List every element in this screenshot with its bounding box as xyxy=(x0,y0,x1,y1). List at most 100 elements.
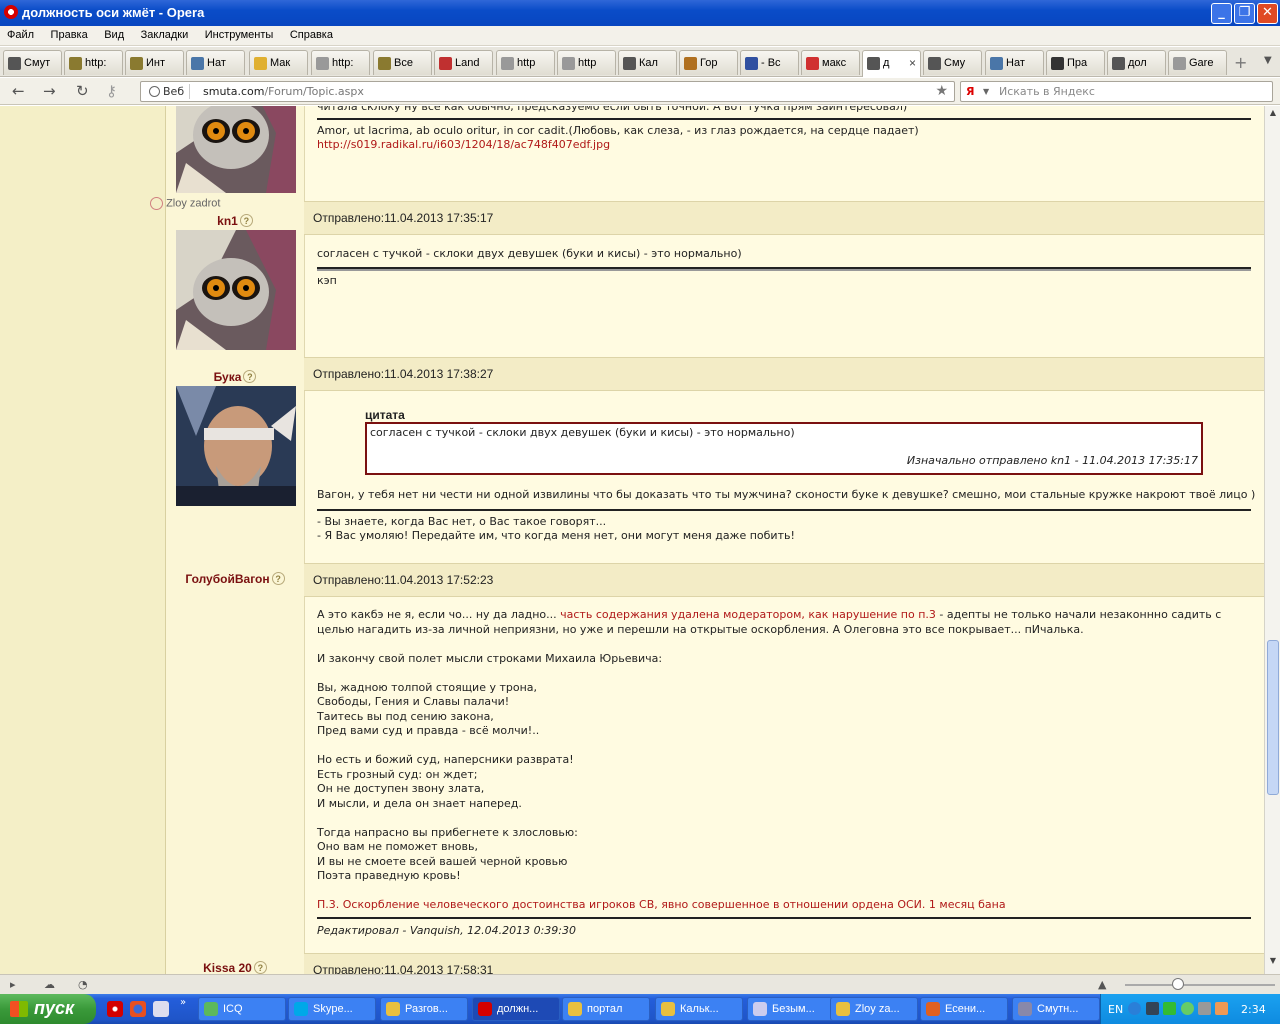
tab-label: Нат xyxy=(207,57,226,69)
tab-label: Все xyxy=(394,57,413,69)
key-icon[interactable]: ⚷ xyxy=(106,82,117,100)
tab[interactable]: http xyxy=(496,50,555,75)
tab[interactable]: Смут xyxy=(3,50,62,75)
tab-label: - Вс xyxy=(761,57,781,69)
help-icon[interactable]: ? xyxy=(253,961,267,974)
desktop-quicklaunch-icon[interactable] xyxy=(153,1001,169,1017)
taskbar-button[interactable]: Skype... xyxy=(288,997,376,1021)
menu-view[interactable]: Вид xyxy=(97,26,130,41)
speed-dial-icon[interactable]: ◔ xyxy=(78,978,92,991)
close-button[interactable]: ✕ xyxy=(1257,3,1278,24)
author-name[interactable]: ГолубойВагон? xyxy=(166,572,304,586)
bookmark-star-icon[interactable]: ★ xyxy=(935,83,948,99)
chevron-down-icon[interactable]: ▼ xyxy=(983,87,989,96)
tab-label: http: xyxy=(332,57,354,69)
tab[interactable]: Все xyxy=(373,50,432,75)
tab[interactable]: - Вс xyxy=(740,50,799,75)
tab[interactable]: http: xyxy=(64,50,123,75)
taskbar-button[interactable]: Безым... xyxy=(747,997,835,1021)
tab-favicon-icon xyxy=(684,57,697,70)
panel-toggle-icon[interactable]: ▸ xyxy=(10,978,24,991)
taskbar-button-label: портал xyxy=(587,1003,623,1015)
tab[interactable]: Гор xyxy=(679,50,738,75)
tab[interactable]: дол xyxy=(1107,50,1166,75)
help-icon[interactable]: ? xyxy=(271,572,285,585)
author-name[interactable]: Бука? xyxy=(166,370,304,384)
cloud-icon[interactable]: ☁ xyxy=(44,978,58,991)
tab[interactable]: Кал xyxy=(618,50,677,75)
reload-icon[interactable]: ↻ xyxy=(76,82,89,100)
tool-tray-icon[interactable] xyxy=(1198,1002,1211,1015)
scroll-thumb[interactable] xyxy=(1267,640,1279,795)
zoom-slider-thumb[interactable] xyxy=(1172,978,1184,990)
tab[interactable]: Инт xyxy=(125,50,184,75)
tab-menu-icon[interactable]: ▼ xyxy=(1264,55,1272,66)
tray-arrow-icon[interactable] xyxy=(1128,1002,1141,1015)
taskbar-button[interactable]: Смутн... xyxy=(1012,997,1100,1021)
taskbar-button[interactable]: должн... xyxy=(472,997,560,1021)
back-icon[interactable]: ← xyxy=(12,82,25,100)
taskbar-button[interactable]: Кальк... xyxy=(655,997,743,1021)
taskbar-button[interactable]: Есени... xyxy=(920,997,1008,1021)
new-tab-icon[interactable]: + xyxy=(1234,53,1247,72)
navigation-bar: ← → ↻ ⚷ Веб smuta.com/Forum/Topic.aspx ★… xyxy=(0,78,1280,105)
quote-text: согласен с тучкой - склоки двух девушек … xyxy=(370,426,795,439)
maximize-button[interactable]: ❐ xyxy=(1234,3,1255,24)
tab[interactable]: Мак xyxy=(249,50,308,75)
tab[interactable]: Land xyxy=(434,50,493,75)
post-body: согласен с тучкой - склоки двух девушек … xyxy=(304,235,1264,357)
tab[interactable]: Пра xyxy=(1046,50,1105,75)
search-field[interactable]: Я ▼ Искать в Яндекс xyxy=(960,81,1273,102)
scroll-down-icon[interactable]: ▼ xyxy=(1267,956,1279,970)
signal-icon[interactable] xyxy=(1163,1002,1176,1015)
taskbar-button[interactable]: Разгов... xyxy=(380,997,468,1021)
start-button[interactable]: пуск xyxy=(0,994,96,1024)
tab-favicon-icon xyxy=(806,57,819,70)
author-name[interactable]: kn1? xyxy=(166,214,304,228)
tab[interactable]: д × xyxy=(862,50,921,77)
tab-close-icon[interactable]: × xyxy=(909,56,916,70)
quote-title: цитата xyxy=(365,408,405,422)
shield-icon[interactable] xyxy=(1215,1002,1228,1015)
tab[interactable]: Сму xyxy=(923,50,982,75)
menu-edit[interactable]: Правка xyxy=(44,26,94,41)
menu-file[interactable]: Файл xyxy=(0,26,40,41)
tab-favicon-icon xyxy=(928,57,941,70)
tab[interactable]: Нат xyxy=(186,50,245,75)
minimize-button[interactable]: _ xyxy=(1211,3,1232,24)
scroll-up-icon[interactable]: ▲ xyxy=(1267,108,1279,122)
tab-label: Гор xyxy=(700,57,718,69)
tab[interactable]: макс xyxy=(801,50,860,75)
firefox-quicklaunch-icon[interactable] xyxy=(130,1001,146,1017)
tab[interactable]: http: xyxy=(311,50,370,75)
taskbar-button-label: Разгов... xyxy=(405,1003,448,1015)
tab[interactable]: Gare xyxy=(1168,50,1227,75)
network-icon[interactable] xyxy=(1146,1002,1159,1015)
opera-quicklaunch-icon[interactable] xyxy=(107,1001,123,1017)
tab-favicon-icon xyxy=(1112,57,1125,70)
vertical-scrollbar[interactable]: ▲ ▼ xyxy=(1264,106,1280,974)
icq-tray-icon[interactable] xyxy=(1181,1002,1194,1015)
more-quicklaunch-icon[interactable]: » xyxy=(180,997,186,1008)
web-badge[interactable]: Веб xyxy=(145,84,191,99)
menu-bookmarks[interactable]: Закладки xyxy=(134,26,195,41)
signature-link[interactable]: http://s019.radikal.ru/i603/1204/18/ac74… xyxy=(317,138,610,151)
author-name[interactable]: Kissa 20? xyxy=(166,961,304,974)
tab[interactable]: Нат xyxy=(985,50,1044,75)
signature-text: - Я Вас умоляю! Передайте им, что когда … xyxy=(317,529,795,542)
tab[interactable]: http xyxy=(557,50,616,75)
app-icon xyxy=(1018,1002,1032,1016)
tab-favicon-icon xyxy=(990,57,1003,70)
zoom-up-icon[interactable]: ▲ xyxy=(1098,978,1112,991)
zoom-slider[interactable] xyxy=(1125,984,1275,986)
taskbar-button[interactable]: ICQ xyxy=(198,997,286,1021)
help-icon[interactable]: ? xyxy=(243,370,257,383)
forward-icon[interactable]: → xyxy=(43,82,56,100)
menu-help[interactable]: Справка xyxy=(283,26,339,41)
taskbar-button[interactable]: Zloy za... xyxy=(830,997,918,1021)
help-icon[interactable]: ? xyxy=(239,214,253,227)
taskbar-button[interactable]: портал xyxy=(562,997,650,1021)
language-indicator[interactable]: EN xyxy=(1108,1003,1123,1016)
address-field[interactable]: Веб smuta.com/Forum/Topic.aspx ★ xyxy=(140,81,955,102)
menu-tools[interactable]: Инструменты xyxy=(198,26,280,41)
